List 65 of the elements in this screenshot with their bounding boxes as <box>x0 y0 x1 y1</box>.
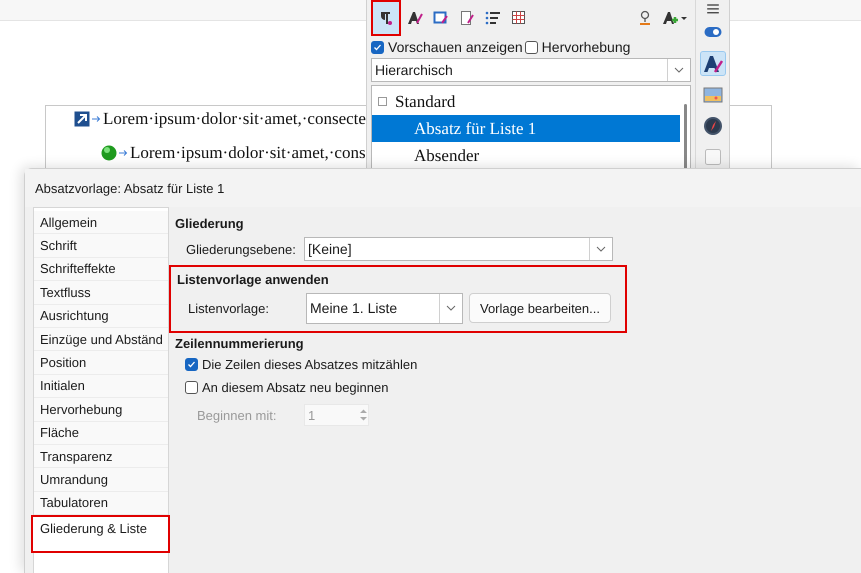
blank-icon <box>704 148 722 166</box>
checkbox-label: Hervorhebung <box>542 39 630 55</box>
chevron-down-icon <box>596 246 606 252</box>
tab-mark-icon <box>119 149 128 157</box>
checkbox[interactable] <box>371 40 384 54</box>
chevron-down-icon <box>674 67 684 73</box>
section-heading: Listenvorlage anwenden <box>177 270 330 289</box>
style-item[interactable]: Absatz für Liste 1 <box>372 115 680 142</box>
chevron-down-icon <box>446 305 456 311</box>
list-style-dropdown[interactable]: Meine 1. Liste <box>306 292 463 324</box>
dialog-tab[interactable]: Textfluss <box>34 281 168 305</box>
field-label: Listenvorlage: <box>188 300 270 316</box>
deck-button[interactable] <box>700 50 726 76</box>
dialog-tab[interactable]: Schrifteffekte <box>34 258 168 282</box>
table-brush-icon <box>511 10 527 26</box>
page-brush-icon <box>459 10 475 26</box>
dialog-tab[interactable]: Tabulatoren <box>34 492 168 516</box>
outline-level-dropdown[interactable]: [Keine] <box>304 237 613 261</box>
dialog-tab[interactable]: Hervorhebung <box>34 398 168 422</box>
pilcrow-brush-icon <box>378 10 394 26</box>
dialog-tab[interactable]: Einzüge und Abständ <box>34 328 168 352</box>
ball-bullet-icon <box>101 145 117 161</box>
menu-icon[interactable] <box>706 4 719 14</box>
dialog-tab[interactable]: Position <box>34 351 168 375</box>
spin-arrows-icon <box>359 407 368 423</box>
style-category-button[interactable] <box>371 0 401 36</box>
checkbox[interactable] <box>185 381 198 394</box>
frame-brush-icon <box>433 10 449 26</box>
checkbox[interactable] <box>185 358 198 371</box>
style-item[interactable]: Absender <box>372 142 680 169</box>
checkbox-label: Die Zeilen dieses Absatzes mitzählen <box>202 357 418 372</box>
arrow-square-icon <box>74 111 90 127</box>
style-item[interactable]: Standard <box>372 88 680 115</box>
toggle-icon <box>704 26 722 38</box>
collapse-box-icon <box>378 97 387 106</box>
checkbox-label: An diesem Absatz neu beginnen <box>202 380 388 395</box>
tab-mark-icon <box>92 115 101 123</box>
dialog-title: Absatzvorlage: Absatz für Liste 1 <box>35 180 224 196</box>
list-brush-icon <box>485 10 501 26</box>
dialog-tab[interactable]: Schrift <box>34 234 168 258</box>
check-icon <box>187 360 196 369</box>
check-icon <box>373 42 382 52</box>
field-label: Beginnen mit: <box>197 408 278 422</box>
letter-brush-icon <box>702 54 723 74</box>
letter-brush-icon <box>407 10 423 26</box>
scrollbar-thumb[interactable] <box>684 104 687 169</box>
checkbox-label: Vorschauen anzeigen <box>388 39 523 55</box>
dialog-tab[interactable]: Allgemein <box>34 211 168 234</box>
dialog-tab[interactable]: Umrandung <box>34 468 168 492</box>
filter-dropdown[interactable]: Hierarchisch <box>371 58 692 82</box>
edit-style-button[interactable]: Vorlage bearbeiten... <box>469 293 611 323</box>
dialog-tab[interactable]: Fläche <box>34 422 168 445</box>
gallery-icon <box>702 86 723 104</box>
field-label: Gliederungsebene: <box>186 242 297 256</box>
compass-icon <box>702 116 723 136</box>
document-text: Lorem·ipsum·dolor·sit·amet,·consecte <box>103 109 366 129</box>
dialog-tab[interactable]: Gliederung & Liste <box>31 515 170 554</box>
section-heading: Zeilennummerierung <box>175 334 305 353</box>
checkbox[interactable] <box>524 40 538 54</box>
dialog-tab[interactable]: Ausrichtung <box>34 304 168 328</box>
document-text: Lorem·ipsum·dolor·sit·amet,·cons <box>130 143 366 163</box>
dialog-tab[interactable]: Initialen <box>34 374 168 398</box>
new-style-icon <box>662 10 688 26</box>
dialog-tab[interactable]: Transparenz <box>34 444 168 468</box>
section-heading: Gliederung <box>175 214 245 233</box>
